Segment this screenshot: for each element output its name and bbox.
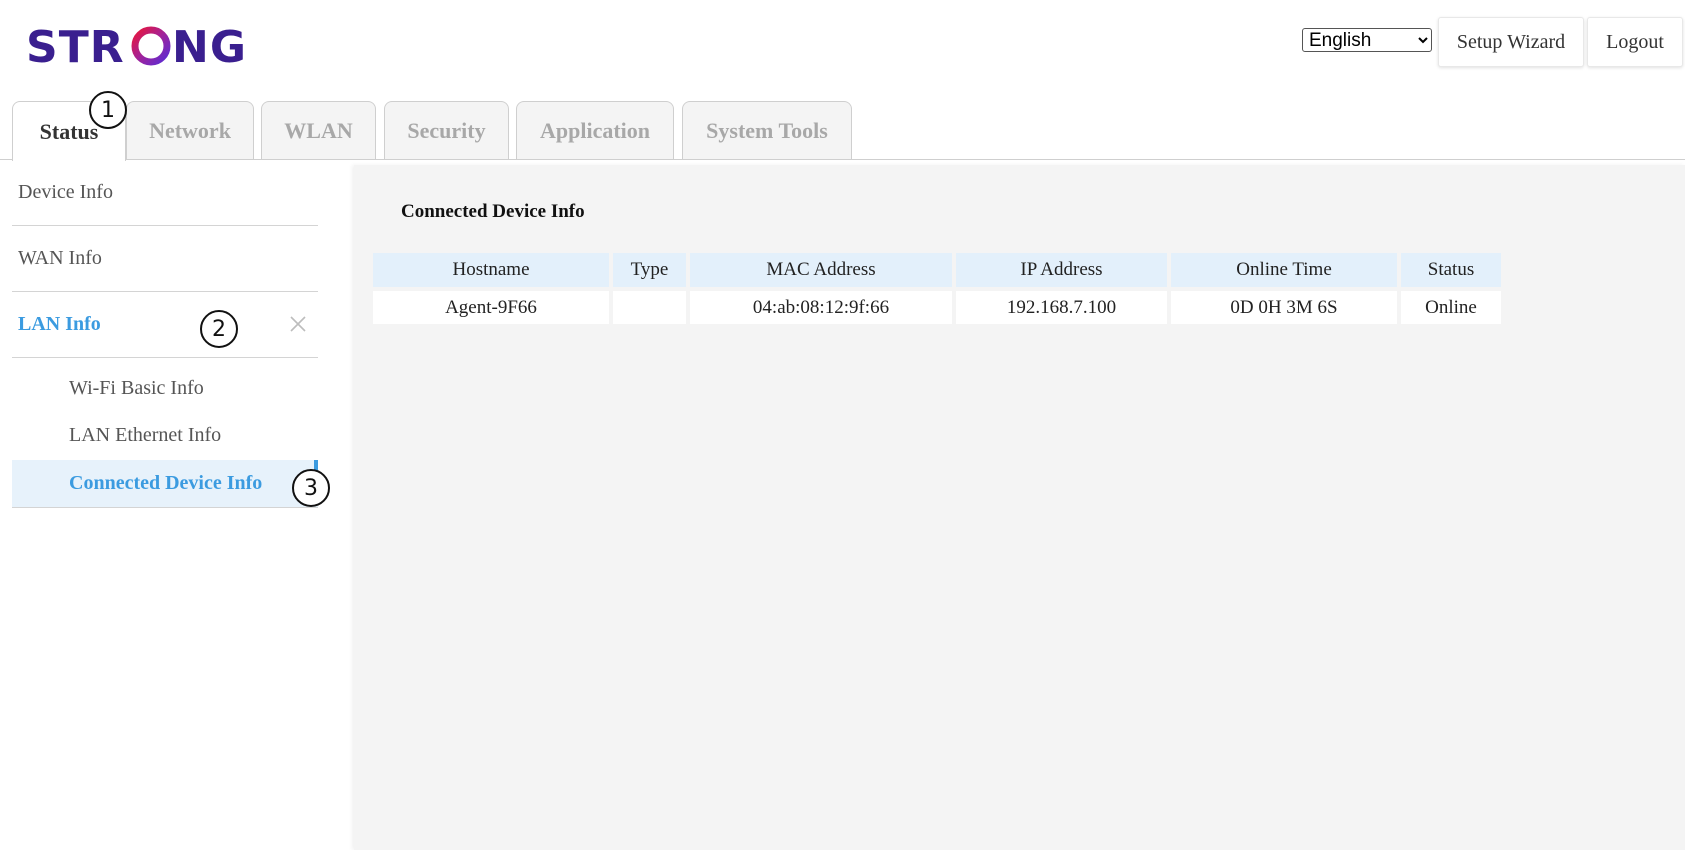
- sidebar-subitem-lan-ethernet-info[interactable]: LAN Ethernet Info: [12, 412, 318, 458]
- tab-wlan[interactable]: WLAN: [261, 101, 376, 159]
- table-row: Agent-9F66 04:ab:08:12:9f:66 192.168.7.1…: [373, 291, 1501, 324]
- sidebar-item-label: WAN Info: [18, 247, 102, 269]
- column-header-type: Type: [613, 253, 686, 287]
- language-select[interactable]: English: [1302, 28, 1432, 52]
- connected-devices-table: Hostname Type MAC Address IP Address Onl…: [369, 249, 1505, 328]
- tab-system-tools[interactable]: System Tools: [682, 101, 852, 159]
- cell-hostname: Agent-9F66: [373, 291, 609, 324]
- sidebar: Device Info WAN Info LAN Info Wi-Fi Basi…: [0, 160, 350, 850]
- column-header-online-time: Online Time: [1171, 253, 1397, 287]
- sidebar-item-lan-info[interactable]: LAN Info: [12, 292, 318, 358]
- logout-button[interactable]: Logout: [1587, 17, 1683, 67]
- strong-logo: STR NG: [26, 14, 256, 74]
- cell-status: Online: [1401, 291, 1501, 324]
- setup-wizard-button[interactable]: Setup Wizard: [1438, 17, 1584, 67]
- callout-marker: 2: [200, 310, 238, 348]
- tab-security[interactable]: Security: [384, 101, 509, 159]
- column-header-status: Status: [1401, 253, 1501, 287]
- sidebar-subitem-label: Connected Device Info: [69, 472, 263, 494]
- cell-type: [613, 291, 686, 324]
- page-title: Connected Device Info: [401, 201, 585, 222]
- close-icon[interactable]: [286, 312, 310, 336]
- column-header-hostname: Hostname: [373, 253, 609, 287]
- sidebar-subitem-wifi-basic-info[interactable]: Wi-Fi Basic Info: [12, 365, 318, 411]
- sidebar-item-wan-info[interactable]: WAN Info: [12, 226, 318, 292]
- callout-marker: 3: [292, 469, 330, 507]
- callout-marker: 1: [89, 91, 127, 129]
- sidebar-item-label: LAN Info: [18, 313, 101, 335]
- main-content: Connected Device Info Hostname Type MAC …: [354, 165, 1685, 850]
- sidebar-subitem-label: Wi-Fi Basic Info: [69, 376, 204, 399]
- tab-network[interactable]: Network: [126, 101, 254, 159]
- svg-text:NG: NG: [172, 22, 247, 73]
- sidebar-item-label: Device Info: [18, 181, 113, 203]
- sidebar-item-device-info[interactable]: Device Info: [12, 160, 318, 226]
- cell-mac-address: 04:ab:08:12:9f:66: [690, 291, 952, 324]
- sidebar-subitem-connected-device-info[interactable]: Connected Device Info: [12, 460, 318, 508]
- tab-application[interactable]: Application: [516, 101, 674, 159]
- cell-ip-address: 192.168.7.100: [956, 291, 1167, 324]
- sidebar-subitem-label: LAN Ethernet Info: [69, 423, 222, 446]
- table-header-row: Hostname Type MAC Address IP Address Onl…: [373, 253, 1501, 287]
- cell-online-time: 0D 0H 3M 6S: [1171, 291, 1397, 324]
- svg-text:STR: STR: [26, 22, 125, 73]
- column-header-mac-address: MAC Address: [690, 253, 952, 287]
- column-header-ip-address: IP Address: [956, 253, 1167, 287]
